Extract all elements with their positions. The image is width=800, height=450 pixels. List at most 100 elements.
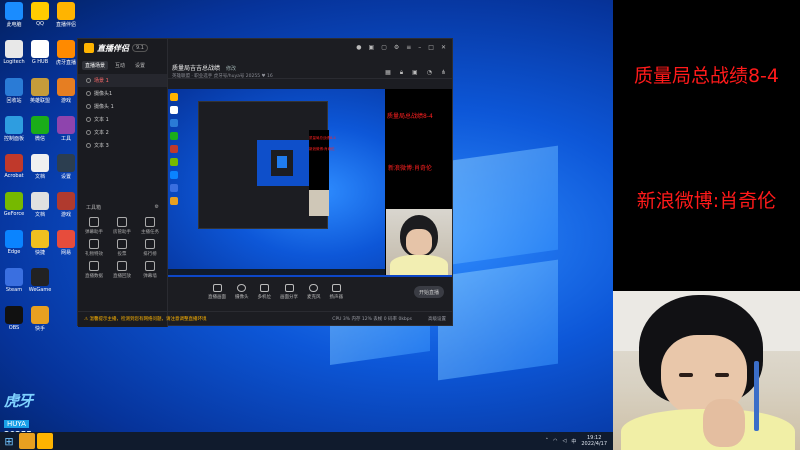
app-version: 9.1 (132, 44, 148, 52)
start-live-button[interactable]: 开始直播 (414, 286, 444, 298)
start-button[interactable]: ⊞ (0, 432, 18, 450)
lock-icon[interactable]: 🔒︎ (400, 69, 403, 77)
desktop-icon[interactable]: 文档 (26, 154, 54, 192)
scene-item[interactable]: 文本 3 (78, 139, 167, 152)
eye-icon[interactable] (86, 143, 91, 148)
preview-webcam (386, 209, 452, 275)
desktop-icon[interactable]: 微信 (26, 116, 54, 154)
desktop-icon[interactable]: 快手 (26, 306, 54, 344)
overlay-weibo-text: 新浪微博:肖奇伦 (636, 190, 777, 212)
scene-item[interactable]: 摄像头 1 (78, 100, 167, 113)
skin-icon[interactable]: ▣ (369, 44, 375, 51)
app-logo-icon (84, 43, 94, 53)
desktop-icon[interactable]: 网易 (52, 230, 80, 268)
eye-icon[interactable] (86, 117, 91, 122)
camera-button[interactable]: 摄像头 (235, 284, 249, 300)
save-icon[interactable]: ▣ (412, 69, 418, 77)
network-icon[interactable]: ◠ (553, 438, 557, 444)
tool-data[interactable]: 直播数据 (80, 261, 108, 279)
screen-share-button[interactable]: 画面分享 (280, 284, 298, 300)
close-icon[interactable]: ✕ (441, 44, 446, 51)
desktop-icon[interactable]: G HUB (26, 40, 54, 78)
eye-icon[interactable] (86, 130, 91, 135)
desktop-icons-col-1: 此电脑 Logitech 回收站 控制面板 Acrobat GeForce Ed… (0, 2, 28, 344)
scene-item[interactable]: 摄像头1 (78, 87, 167, 100)
tab-scenes[interactable]: 直播场景 (82, 61, 109, 70)
desktop-icon[interactable]: GeForce (0, 192, 28, 230)
message-icon[interactable]: ▢ (381, 44, 387, 51)
tool-admin[interactable]: 房管助手 (108, 217, 136, 235)
desktop-icons-col-3: 直播伴侣 虎牙直播 游戏 工具 设置 游戏 网易 (52, 2, 80, 268)
desktop-icon[interactable]: 设置 (52, 154, 80, 192)
desktop-icon[interactable]: Steam (0, 268, 28, 306)
microphone-button[interactable]: 麦克风 (307, 284, 321, 300)
multi-camera-button[interactable]: 多机位 (258, 284, 271, 300)
huya-watermark: 虎牙 HUYA 20255 (4, 390, 56, 432)
screen-source-button[interactable]: 直播画面 (208, 284, 226, 300)
desktop-icon[interactable]: WeGame (26, 268, 54, 306)
menu-icon[interactable]: ≡ (406, 44, 411, 51)
eye-icon[interactable] (86, 78, 91, 83)
desktop-icon[interactable]: 文档 (26, 192, 54, 230)
avatar[interactable]: ● (356, 44, 361, 51)
desktop-icon[interactable]: Edge (0, 230, 28, 268)
status-bar: ⚠ 温馨提示主播，检测到您有网络问题，请注意调整直播环境 CPU 3% 内存 1… (78, 311, 452, 325)
layout-icon[interactable]: ▦ (385, 69, 391, 77)
settings-icon[interactable]: ⚙ (155, 204, 159, 211)
desktop-icon[interactable]: 游戏 (52, 78, 80, 116)
edit-title-button[interactable]: 修改 (226, 66, 236, 72)
desktop-icon[interactable]: 直播伴侣 (52, 2, 80, 40)
scene-item[interactable]: 文本 1 (78, 113, 167, 126)
tool-vote[interactable]: 投票 (108, 239, 136, 257)
desktop-icon[interactable]: 工具 (52, 116, 80, 154)
system-tray: ˄ ◠ ◁ 中 19:12 2022/4/17 (546, 435, 613, 447)
desktop-icon[interactable]: 控制面板 (0, 116, 28, 154)
bell-icon[interactable]: ◔ (427, 69, 432, 77)
desktop-icon[interactable]: 英雄联盟 (26, 78, 54, 116)
tab-settings[interactable]: 设置 (132, 61, 148, 70)
desktop-icon[interactable]: Logitech (0, 40, 28, 78)
taskbar-app[interactable] (19, 433, 35, 449)
sidebar-tabs: 直播场景 互动 设置 (78, 57, 167, 74)
desktop-icon[interactable]: QQ (26, 2, 54, 40)
maximize-icon[interactable]: □ (428, 44, 434, 51)
share-icon[interactable]: ⋔ (441, 69, 446, 77)
app-sidebar: 直播伴侣 9.1 直播场景 互动 设置 场景 1 摄像头1 摄像头 1 文本 1… (78, 39, 168, 327)
speaker-button[interactable]: 扬声器 (330, 284, 343, 300)
tool-gift[interactable]: 礼物特效 (80, 239, 108, 257)
taskbar-app[interactable] (37, 433, 53, 449)
preview-nested-app: 质量局总战绩8-4 新浪微博:肖奇伦 (198, 101, 336, 229)
desktop-icon[interactable]: 快捷 (26, 230, 54, 268)
settings-icon[interactable]: ⚙ (394, 44, 399, 51)
minimize-icon[interactable]: – (418, 44, 421, 51)
scene-item[interactable]: 文本 2 (78, 126, 167, 139)
chevron-up-icon[interactable]: ˄ (546, 438, 549, 444)
tool-replay[interactable]: 直播回放 (108, 261, 136, 279)
desktop-icon[interactable]: 此电脑 (0, 2, 28, 40)
toolbox-header: 工具箱 ⚙ (86, 204, 159, 211)
ime-indicator[interactable]: 中 (571, 438, 576, 445)
preview-overlay-line2: 新浪微博:肖奇伦 (388, 165, 433, 172)
desktop-icon[interactable]: 虎牙直播 (52, 40, 80, 78)
clock[interactable]: 19:12 2022/4/17 (581, 435, 607, 447)
desktop-icon[interactable]: Acrobat (0, 154, 28, 192)
eye-icon[interactable] (86, 91, 91, 96)
advanced-settings-link[interactable]: 高级设置 (428, 316, 452, 322)
tool-wall[interactable]: 弹幕墙 (136, 261, 164, 279)
desktop-icon[interactable]: 回收站 (0, 78, 28, 116)
huya-logo-tag: HUYA (4, 420, 29, 428)
tab-interact[interactable]: 互动 (112, 61, 128, 70)
desktop-icon[interactable]: OBS (0, 306, 28, 344)
volume-icon[interactable]: ◁ (562, 438, 566, 444)
tool-task[interactable]: 主播任务 (136, 217, 164, 235)
app-brand: 直播伴侣 9.1 (78, 39, 167, 57)
desktop-icon[interactable]: 游戏 (52, 192, 80, 230)
tool-rank[interactable]: 排行榜 (136, 239, 164, 257)
eye-icon[interactable] (86, 104, 91, 109)
scene-item[interactable]: 场景 1 (78, 74, 167, 87)
live-preview[interactable]: 质量局总战绩8-4 新浪微博:肖奇伦 质量局总战绩8-4 新浪微博:肖奇伦 (168, 89, 452, 277)
tool-danmu[interactable]: 弹幕助手 (80, 217, 108, 235)
preview-icons (170, 93, 178, 210)
overlay-record-text: 质量局总战绩8-4 (633, 65, 780, 87)
room-title: 质量局吉吉总战绩 修改 (172, 65, 236, 72)
